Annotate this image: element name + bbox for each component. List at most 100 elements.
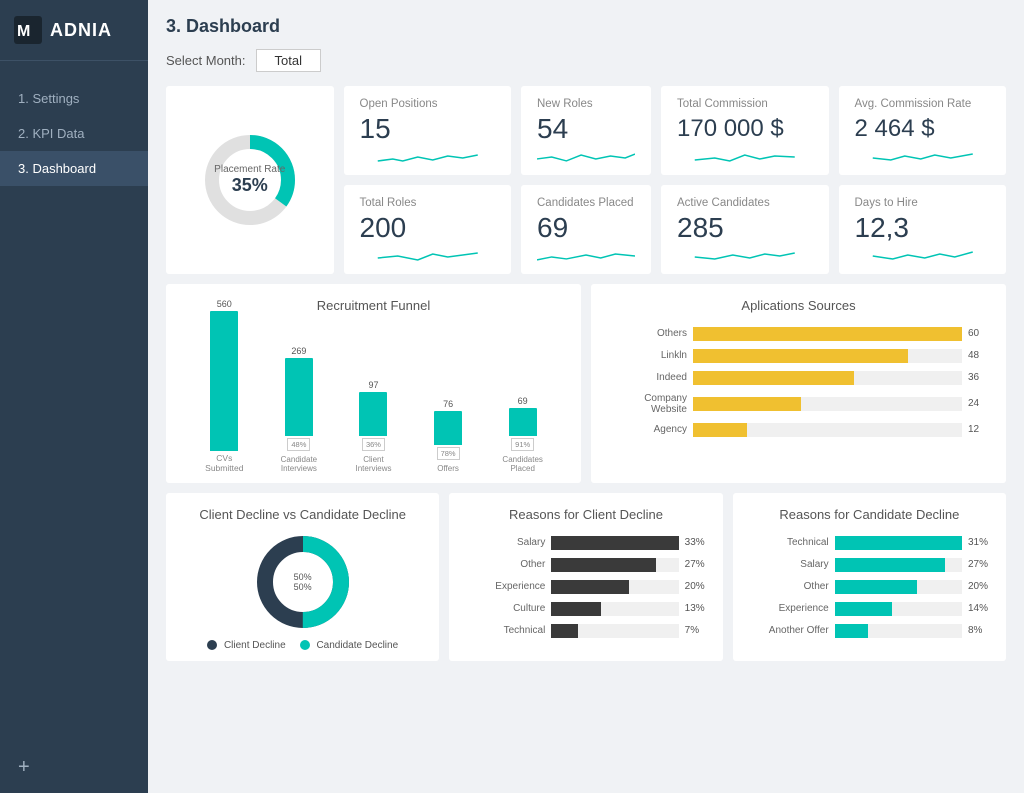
kpi-total-roles-value: 200 [360,213,496,244]
hbar-others: Others 60 [607,327,990,341]
client-track-experience [551,580,678,594]
kpi-new-roles-value: 54 [537,114,635,145]
kpi-avg-commission-value: 2 464 $ [855,116,991,142]
hbar-label-indeed: Indeed [607,372,687,383]
client-track-salary [551,536,678,550]
kpi-open-positions: Open Positions 15 [344,86,512,175]
sidebar-item-dashboard[interactable]: 3. Dashboard [0,151,148,186]
cand-label-technical: Technical [749,537,829,548]
kpi-open-positions-value: 15 [360,114,496,145]
add-button[interactable]: + [0,742,148,793]
hbar-track-company [693,397,962,411]
cand-val-another-offer: 8% [968,625,990,636]
client-fill-experience [551,580,629,594]
client-val-salary: 33% [685,537,707,548]
funnel-pct-placed: 91% [511,438,534,451]
funnel-pct-offers: 78% [437,447,460,460]
legend-client: Client Decline [207,640,285,651]
funnel-value-cvs: 560 [217,299,232,309]
funnel-label-client: Client Interviews [346,455,401,473]
funnel-bar-fill-placed [509,408,537,436]
cand-fill-other [835,580,918,594]
client-decline-chart: Salary 33% Other 27% Experience 20% Cult… [465,532,706,650]
funnel-label-offers: Offers [437,464,459,473]
decline-comparison-title: Client Decline vs Candidate Decline [182,507,423,522]
client-fill-other [551,558,655,572]
funnel-value-interviews: 269 [291,346,306,356]
kpi-total-roles-label: Total Roles [360,197,496,209]
sparkline-active-candidates [677,244,813,266]
kpi-candidates-placed: Candidates Placed 69 [521,185,651,274]
decline-donut-chart: 50% 50% Client Decline Candidate Decline [182,532,423,651]
client-track-other [551,558,678,572]
hbar-label-others: Others [607,328,687,339]
legend-dot-client [207,640,217,650]
cand-label-other: Other [749,581,829,592]
sidebar-item-kpi[interactable]: 2. KPI Data [0,116,148,151]
page-title: 3. Dashboard [166,16,1006,37]
funnel-bar-cvs: 560 CVs Submitted [187,299,262,473]
client-val-experience: 20% [685,581,707,592]
client-bar-culture: Culture 13% [465,602,706,616]
sidebar: M ADNIA 1. Settings 2. KPI Data 3. Dashb… [0,0,148,793]
sidebar-item-settings[interactable]: 1. Settings [0,81,148,116]
cand-val-salary: 27% [968,559,990,570]
svg-text:M: M [17,23,30,40]
logo-icon: M [14,16,42,44]
hbar-track-others [693,327,962,341]
funnel-bar-fill-offers [434,411,462,445]
recruitment-funnel-card: Recruitment Funnel 560 CVs Submitted 269… [166,284,581,483]
hbar-fill-indeed [693,371,854,385]
client-track-technical [551,624,678,638]
decline-legend: Client Decline Candidate Decline [207,640,398,651]
kpi-days-to-hire: Days to Hire 12,3 [839,185,1007,274]
client-label-experience: Experience [465,581,545,592]
kpi-avg-commission-label: Avg. Commission Rate [855,98,991,110]
hbar-indeed: Indeed 36 [607,371,990,385]
placement-rate-value: 35% [214,175,285,196]
legend-dot-candidate [300,640,310,650]
client-bar-technical: Technical 7% [465,624,706,638]
cand-track-other [835,580,962,594]
kpi-active-candidates-value: 285 [677,213,813,244]
month-filter-button[interactable]: Total [256,49,321,72]
cand-val-experience: 14% [968,603,990,614]
hbar-label-agency: Agency [607,424,687,435]
hbar-val-agency: 12 [968,424,990,435]
candidate-decline-title: Reasons for Candidate Decline [749,507,990,522]
client-val-technical: 7% [685,625,707,636]
cand-val-technical: 31% [968,537,990,548]
kpi-days-to-hire-value: 12,3 [855,213,991,244]
client-label-salary: Salary [465,537,545,548]
sparkline-days-to-hire [855,244,991,266]
main-content: 3. Dashboard Select Month: Total Open Po… [148,0,1024,793]
cand-fill-salary [835,558,946,572]
legend-candidate: Candidate Decline [300,640,399,651]
hbar-linkedin: Linkln 48 [607,349,990,363]
cand-fill-experience [835,602,892,616]
cand-bar-experience: Experience 14% [749,602,990,616]
funnel-pct-client: 36% [362,438,385,451]
cand-track-another-offer [835,624,962,638]
kpi-new-roles-label: New Roles [537,98,635,110]
hbar-val-others: 60 [968,328,990,339]
legend-label-candidate: Candidate Decline [316,640,398,651]
funnel-label-interviews: Candidate Interviews [271,455,326,473]
kpi-candidates-placed-value: 69 [537,213,635,244]
recruitment-funnel-chart: 560 CVs Submitted 269 48% Candidate Inte… [182,323,565,473]
sparkline-candidates-placed [537,244,635,266]
candidate-pct-label: 50% [294,582,312,592]
logo: M ADNIA [0,0,148,61]
client-bar-salary: Salary 33% [465,536,706,550]
cand-label-experience: Experience [749,603,829,614]
hbar-agency: Agency 12 [607,423,990,437]
funnel-value-client: 97 [368,380,378,390]
sparkline-avg-commission [855,145,991,167]
cand-bar-another-offer: Another Offer 8% [749,624,990,638]
cand-bar-salary: Salary 27% [749,558,990,572]
funnel-bar-offers: 76 78% Offers [411,399,486,473]
funnel-value-placed: 69 [518,396,528,406]
funnel-label-cvs: CVs Submitted [197,453,252,473]
client-val-culture: 13% [685,603,707,614]
hbar-val-company: 24 [968,398,990,409]
